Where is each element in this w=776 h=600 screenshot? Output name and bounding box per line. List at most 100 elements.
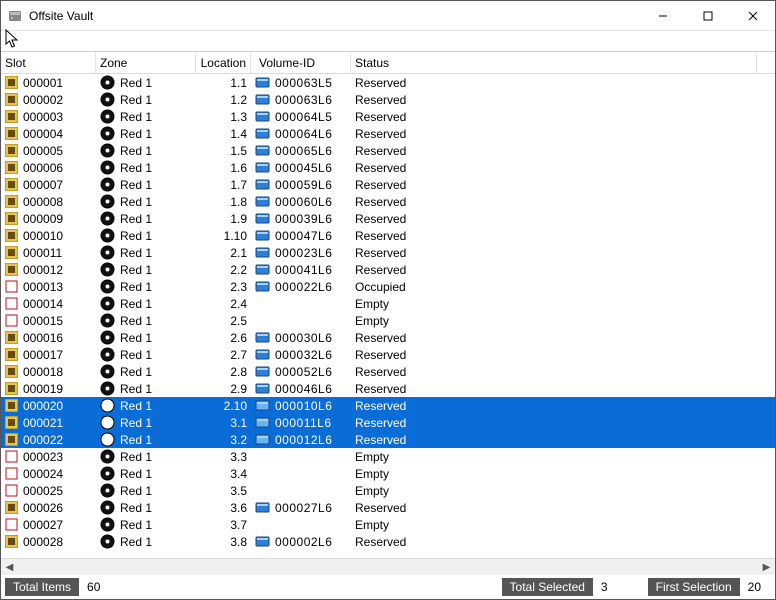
slot-id: 000019 — [23, 382, 63, 396]
minimize-button[interactable] — [640, 1, 685, 31]
table-row[interactable]: 000025Red 13.5Empty — [1, 482, 775, 499]
slot-id: 000006 — [23, 161, 63, 175]
table-row[interactable]: 000026Red 13.6000027L6Reserved — [1, 499, 775, 516]
location-value: 3.4 — [196, 465, 251, 482]
zone-name: Red 1 — [120, 416, 152, 430]
slot-icon — [5, 280, 18, 293]
table-row[interactable]: 000005Red 11.5000065L6Reserved — [1, 142, 775, 159]
slot-id: 000014 — [23, 297, 63, 311]
table-row[interactable]: 000006Red 11.6000045L6Reserved — [1, 159, 775, 176]
table-row[interactable]: 000013Red 12.3000022L6Occupied — [1, 278, 775, 295]
maximize-button[interactable] — [685, 1, 730, 31]
volume-id: 000064L6 — [275, 127, 332, 141]
zone-name: Red 1 — [120, 144, 152, 158]
column-header-status[interactable]: Status — [351, 52, 757, 73]
tape-icon — [255, 348, 270, 361]
table-row[interactable]: 000001Red 11.1000063L5Reserved — [1, 74, 775, 91]
slot-id: 000005 — [23, 144, 63, 158]
tape-icon — [255, 416, 270, 429]
table-row[interactable]: 000015Red 12.5Empty — [1, 312, 775, 329]
table-row[interactable]: 000020Red 12.10000010L6Reserved — [1, 397, 775, 414]
zone-name: Red 1 — [120, 93, 152, 107]
horizontal-scrollbar[interactable]: ◀ ▶ — [1, 558, 775, 575]
table-row[interactable]: 000019Red 12.9000046L6Reserved — [1, 380, 775, 397]
table-row[interactable]: 000022Red 13.2000012L6Reserved — [1, 431, 775, 448]
location-value: 2.5 — [196, 312, 251, 329]
location-value: 3.2 — [196, 431, 251, 448]
slot-id: 000023 — [23, 450, 63, 464]
location-value: 3.8 — [196, 533, 251, 550]
table-row[interactable]: 000024Red 13.4Empty — [1, 465, 775, 482]
location-value: 2.3 — [196, 278, 251, 295]
table-row[interactable]: 000018Red 12.8000052L6Reserved — [1, 363, 775, 380]
status-value: Reserved — [351, 329, 775, 346]
disc-icon — [100, 279, 115, 294]
table-row[interactable]: 000028Red 13.8000002L6Reserved — [1, 533, 775, 550]
tape-icon — [255, 161, 270, 174]
tape-icon — [255, 382, 270, 395]
table-row[interactable]: 000010Red 11.10000047L6Reserved — [1, 227, 775, 244]
slot-id: 000008 — [23, 195, 63, 209]
disc-icon — [100, 517, 115, 532]
column-header-volume-id[interactable]: Volume-ID — [251, 52, 351, 73]
zone-name: Red 1 — [120, 535, 152, 549]
volume-id: 000060L6 — [275, 195, 332, 209]
volume-id: 000023L6 — [275, 246, 332, 260]
table-row[interactable]: 000017Red 12.7000032L6Reserved — [1, 346, 775, 363]
status-value: Reserved — [351, 431, 775, 448]
volume-id: 000046L6 — [275, 382, 332, 396]
location-value: 1.6 — [196, 159, 251, 176]
slot-id: 000015 — [23, 314, 63, 328]
table-row[interactable]: 000003Red 11.3000064L5Reserved — [1, 108, 775, 125]
location-value: 2.4 — [196, 295, 251, 312]
column-header-slot[interactable]: Slot — [1, 52, 96, 73]
slot-icon — [5, 535, 18, 548]
table-row[interactable]: 000007Red 11.7000059L6Reserved — [1, 176, 775, 193]
volume-id: 000052L6 — [275, 365, 332, 379]
table-row[interactable]: 000014Red 12.4Empty — [1, 295, 775, 312]
table-row[interactable]: 000027Red 13.7Empty — [1, 516, 775, 533]
location-value: 2.2 — [196, 261, 251, 278]
slot-icon — [5, 501, 18, 514]
slot-id: 000022 — [23, 433, 63, 447]
table-row[interactable]: 000016Red 12.6000030L6Reserved — [1, 329, 775, 346]
disc-icon — [100, 313, 115, 328]
disc-icon — [100, 75, 115, 90]
volume-id: 000027L6 — [275, 501, 332, 515]
table-row[interactable]: 000011Red 12.1000023L6Reserved — [1, 244, 775, 261]
scroll-left-icon[interactable]: ◀ — [1, 559, 18, 576]
table-row[interactable]: 000008Red 11.8000060L6Reserved — [1, 193, 775, 210]
table-row[interactable]: 000002Red 11.2000063L6Reserved — [1, 91, 775, 108]
location-value: 1.7 — [196, 176, 251, 193]
disc-icon — [100, 92, 115, 107]
status-value: Reserved — [351, 397, 775, 414]
tape-icon — [255, 178, 270, 191]
tape-icon — [255, 433, 270, 446]
slot-id: 000003 — [23, 110, 63, 124]
slot-id: 000020 — [23, 399, 63, 413]
titlebar[interactable]: Offsite Vault — [1, 1, 775, 31]
slot-id: 000025 — [23, 484, 63, 498]
scroll-right-icon[interactable]: ▶ — [758, 559, 775, 576]
close-button[interactable] — [730, 1, 775, 31]
slot-id: 000027 — [23, 518, 63, 532]
slot-icon — [5, 195, 18, 208]
column-header-location[interactable]: Location — [196, 52, 251, 73]
status-value: Reserved — [351, 142, 775, 159]
table-row[interactable]: 000021Red 13.1000011L6Reserved — [1, 414, 775, 431]
zone-name: Red 1 — [120, 450, 152, 464]
table-row[interactable]: 000004Red 11.4000064L6Reserved — [1, 125, 775, 142]
disc-icon — [100, 500, 115, 515]
column-header-zone[interactable]: Zone — [96, 52, 196, 73]
tape-icon — [255, 246, 270, 259]
slot-icon — [5, 178, 18, 191]
slot-icon — [5, 297, 18, 310]
table-row[interactable]: 000023Red 13.3Empty — [1, 448, 775, 465]
table-body[interactable]: 000001Red 11.1000063L5Reserved000002Red … — [1, 74, 775, 558]
volume-id: 000010L6 — [275, 399, 332, 413]
table-row[interactable]: 000012Red 12.2000041L6Reserved — [1, 261, 775, 278]
table-row[interactable]: 000009Red 11.9000039L6Reserved — [1, 210, 775, 227]
slot-icon — [5, 212, 18, 225]
status-value: Empty — [351, 448, 775, 465]
zone-name: Red 1 — [120, 518, 152, 532]
